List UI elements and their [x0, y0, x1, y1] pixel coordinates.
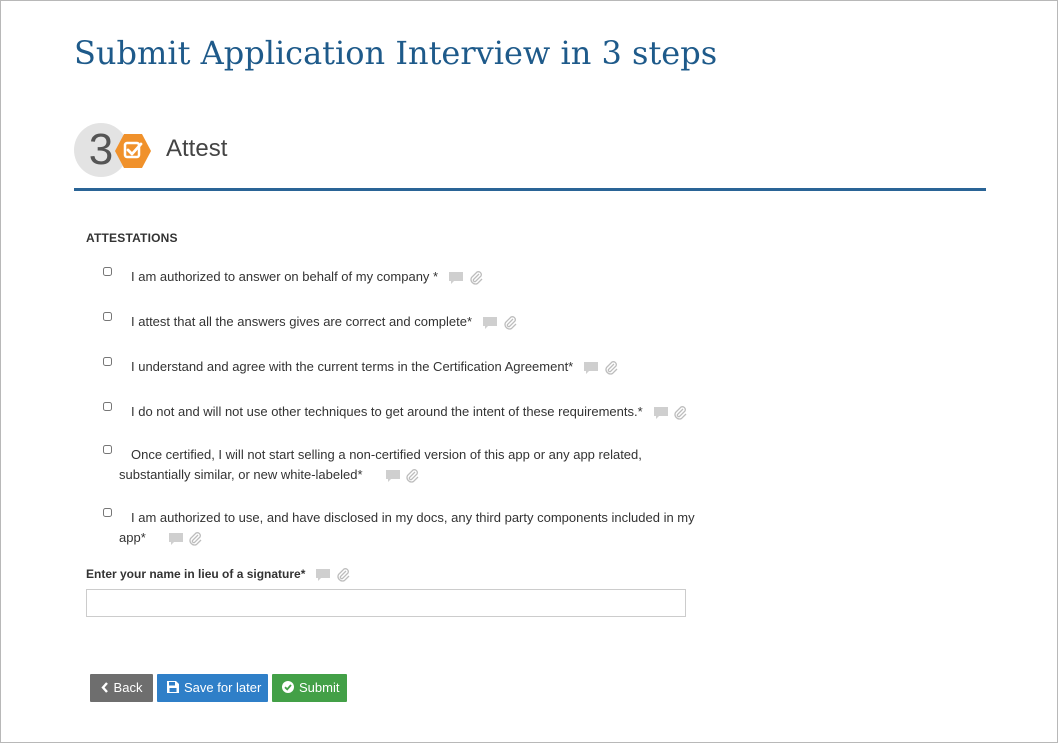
step-divider [74, 188, 986, 191]
paperclip-icon[interactable] [468, 270, 484, 285]
floppy-disk-icon [167, 675, 179, 703]
check-circle-icon [282, 675, 294, 703]
paperclip-icon[interactable] [672, 405, 688, 420]
comment-icon[interactable] [482, 315, 498, 330]
back-button-label: Back [113, 680, 143, 695]
comment-icon[interactable] [385, 468, 401, 483]
save-button-label: Save for later [184, 680, 262, 695]
attestation-label: I do not and will not use other techniqu… [131, 404, 643, 419]
paperclip-icon[interactable] [404, 468, 420, 483]
comment-icon[interactable] [653, 405, 669, 420]
attestation-label: I am authorized to use, and have disclos… [119, 510, 695, 545]
submit-button[interactable]: Submit [272, 674, 347, 702]
step-title: Attest [166, 135, 228, 162]
attestation-item: I am authorized to answer on behalf of m… [103, 267, 703, 288]
attestation-label: I attest that all the answers gives are … [131, 314, 473, 329]
page-title: Submit Application Interview in 3 steps [74, 34, 718, 72]
check-square-icon [114, 133, 152, 169]
comment-icon[interactable] [168, 531, 184, 546]
step-header: 3 Attest [74, 123, 986, 191]
attestation-label: I am authorized to answer on behalf of m… [131, 269, 439, 284]
comment-icon[interactable] [315, 567, 331, 581]
paperclip-icon[interactable] [187, 531, 203, 546]
attestation-item: Once certified, I will not start selling… [103, 445, 688, 486]
submit-button-label: Submit [299, 680, 340, 695]
signature-input[interactable] [86, 589, 686, 617]
attestation-item: I attest that all the answers gives are … [103, 312, 703, 333]
attestation-checkbox[interactable] [103, 402, 112, 411]
save-for-later-button[interactable]: Save for later [157, 674, 268, 702]
attestation-item: I am authorized to use, and have disclos… [103, 508, 698, 549]
signature-field-label: Enter your name in lieu of a signature* [86, 567, 351, 583]
attestation-checkbox[interactable] [103, 508, 112, 517]
attestation-item: I do not and will not use other techniqu… [103, 402, 703, 423]
comment-icon[interactable] [448, 270, 464, 285]
paperclip-icon[interactable] [335, 567, 351, 582]
attestation-checkbox[interactable] [103, 445, 112, 454]
comment-icon[interactable] [583, 360, 599, 375]
chevron-left-icon [100, 675, 109, 703]
attestations-heading: ATTESTATIONS [86, 231, 178, 245]
back-button[interactable]: Back [90, 674, 153, 702]
paperclip-icon[interactable] [603, 360, 619, 375]
attestation-label: I understand and agree with the current … [131, 359, 574, 374]
attestation-checkbox[interactable] [103, 312, 112, 321]
paperclip-icon[interactable] [502, 315, 518, 330]
signature-label: Enter your name in lieu of a signature* [86, 567, 306, 582]
attestation-checkbox[interactable] [103, 267, 112, 276]
attestation-checkbox[interactable] [103, 357, 112, 366]
attestation-item: I understand and agree with the current … [103, 357, 703, 378]
